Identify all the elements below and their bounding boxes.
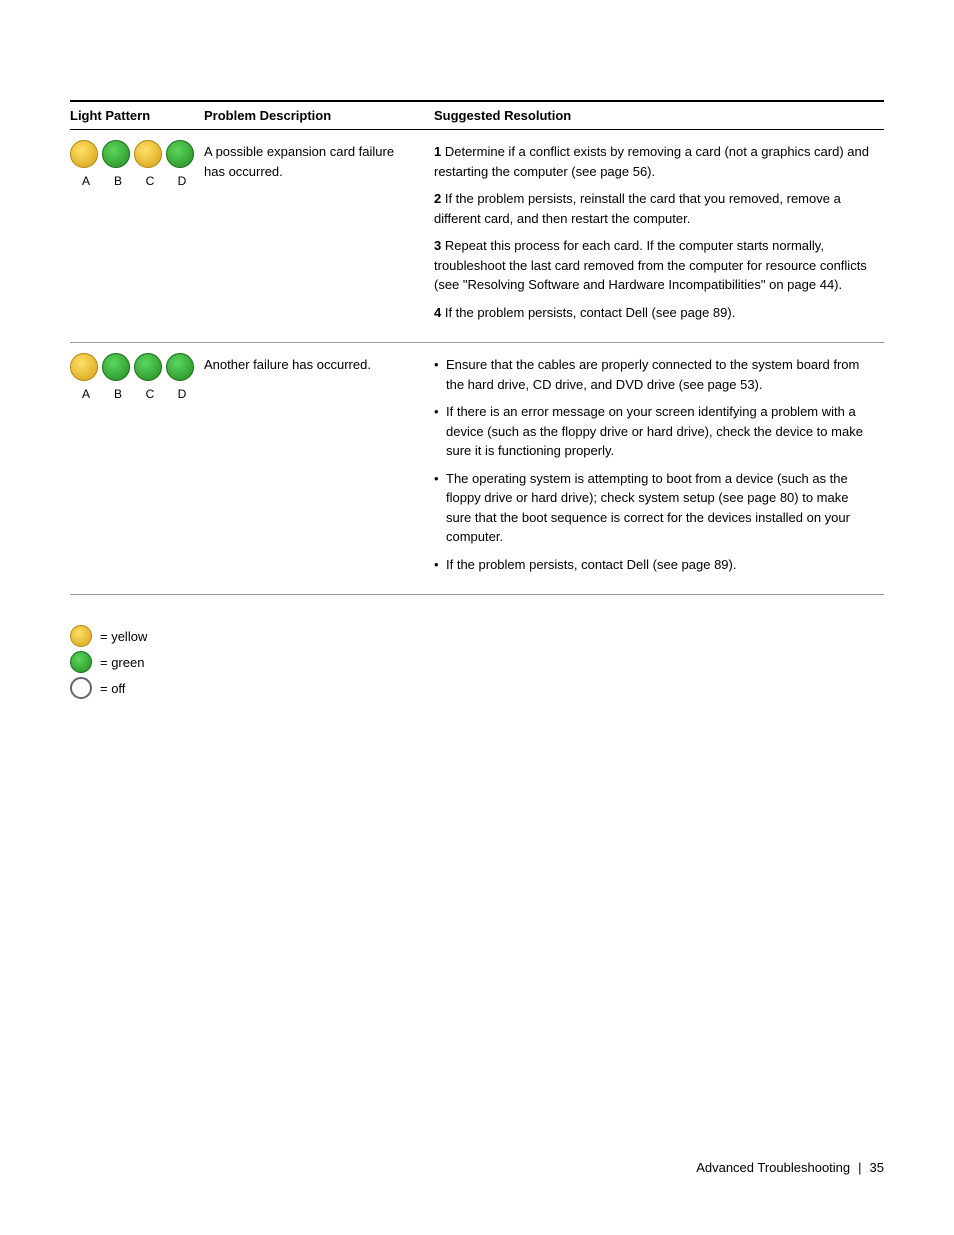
footer: Advanced Troubleshooting | 35 bbox=[696, 1160, 884, 1175]
light-label: C bbox=[136, 385, 164, 403]
resolution-numbered-item: 2 If the problem persists, reinstall the… bbox=[434, 189, 876, 228]
legend: = yellow = green = off bbox=[70, 625, 884, 699]
resolution-num: 1 bbox=[434, 144, 441, 159]
yellow-legend-light bbox=[70, 625, 92, 647]
main-table: Light Pattern Problem Description Sugges… bbox=[70, 100, 884, 595]
green-light bbox=[134, 353, 162, 381]
resolution-numbered-item: 3 Repeat this process for each card. If … bbox=[434, 236, 876, 295]
resolution-num: 3 bbox=[434, 238, 441, 253]
footer-section: Advanced Troubleshooting bbox=[696, 1160, 850, 1175]
resolution-bullet-item: Ensure that the cables are properly conn… bbox=[434, 355, 876, 394]
legend-label: = yellow bbox=[100, 629, 147, 644]
resolution-bullet-item: If there is an error message on your scr… bbox=[434, 402, 876, 461]
green-legend-light bbox=[70, 651, 92, 673]
resolution-numbered-item: 4 If the problem persists, contact Dell … bbox=[434, 303, 876, 323]
yellow-light bbox=[70, 140, 98, 168]
problem-description-cell: A possible expansion card failure has oc… bbox=[204, 130, 434, 343]
off-legend-light bbox=[70, 677, 92, 699]
resolution-num: 4 bbox=[434, 305, 441, 320]
resolution-numbered-item: 1 Determine if a conflict exists by remo… bbox=[434, 142, 876, 181]
resolution-cell: 1 Determine if a conflict exists by remo… bbox=[434, 130, 884, 343]
resolution-bullet-item: If the problem persists, contact Dell (s… bbox=[434, 555, 876, 575]
yellow-light bbox=[134, 140, 162, 168]
legend-label: = green bbox=[100, 655, 144, 670]
legend-item-yellow: = yellow bbox=[70, 625, 884, 647]
table-header-row: Light Pattern Problem Description Sugges… bbox=[70, 101, 884, 130]
problem-description-cell: Another failure has occurred. bbox=[204, 343, 434, 595]
header-suggested-resolution: Suggested Resolution bbox=[434, 101, 884, 130]
light-label: C bbox=[136, 172, 164, 190]
table-row: ABCDA possible expansion card failure ha… bbox=[70, 130, 884, 343]
legend-label: = off bbox=[100, 681, 125, 696]
header-light-pattern: Light Pattern bbox=[70, 101, 204, 130]
green-light bbox=[166, 353, 194, 381]
resolution-bullet-item: The operating system is attempting to bo… bbox=[434, 469, 876, 547]
legend-item-off: = off bbox=[70, 677, 884, 699]
green-light bbox=[102, 140, 130, 168]
legend-item-green: = green bbox=[70, 651, 884, 673]
light-label: D bbox=[168, 385, 196, 403]
light-pattern-cell: ABCD bbox=[70, 130, 204, 343]
light-label: B bbox=[104, 172, 132, 190]
light-label: B bbox=[104, 385, 132, 403]
resolution-num: 2 bbox=[434, 191, 441, 206]
green-light bbox=[102, 353, 130, 381]
footer-page: 35 bbox=[870, 1160, 884, 1175]
light-label: D bbox=[168, 172, 196, 190]
header-problem-description: Problem Description bbox=[204, 101, 434, 130]
page-container: Light Pattern Problem Description Sugges… bbox=[0, 0, 954, 779]
table-row: ABCDAnother failure has occurred.Ensure … bbox=[70, 343, 884, 595]
footer-separator: | bbox=[858, 1160, 861, 1175]
resolution-cell: Ensure that the cables are properly conn… bbox=[434, 343, 884, 595]
green-light bbox=[166, 140, 194, 168]
yellow-light bbox=[70, 353, 98, 381]
light-label: A bbox=[72, 172, 100, 190]
light-pattern-cell: ABCD bbox=[70, 343, 204, 595]
light-label: A bbox=[72, 385, 100, 403]
